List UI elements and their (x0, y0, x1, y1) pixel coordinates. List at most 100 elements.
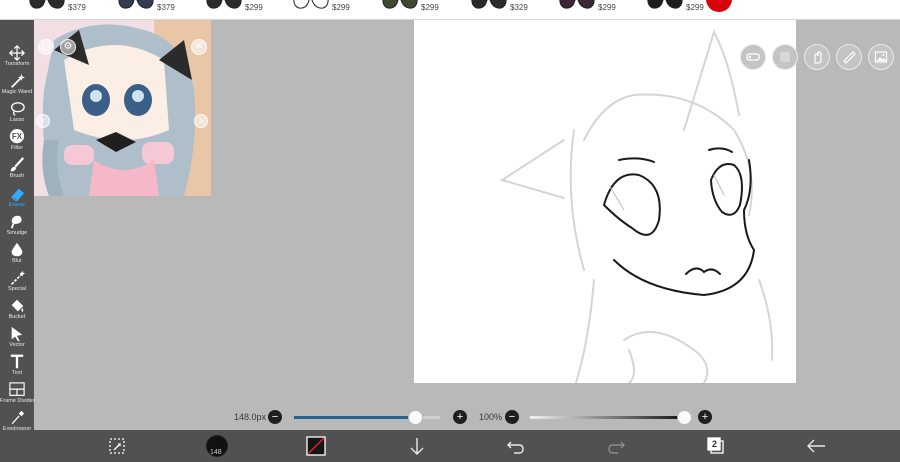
ruler-button[interactable] (836, 44, 862, 70)
save-download-button[interactable] (405, 435, 429, 457)
opacity-slider-thumb[interactable] (677, 410, 692, 425)
slider-row: 148.0px − + 100% − + (0, 406, 900, 428)
glasses-icon (559, 0, 595, 9)
tool-special[interactable]: Special (0, 267, 34, 295)
tool-label: Text (11, 370, 23, 377)
ruler-icon (843, 51, 856, 64)
ref-settings-button[interactable]: ⚙ (60, 39, 76, 55)
lasso-icon (11, 102, 25, 117)
magic-wand-icon (11, 73, 25, 88)
tool-label: Smudge (6, 229, 28, 236)
tool-label: Blur (12, 257, 22, 264)
opacity-slider[interactable] (530, 416, 686, 419)
ref-close-button[interactable]: ✕ (191, 39, 207, 55)
hand-icon (814, 51, 822, 64)
opacity-increase-button[interactable]: + (698, 410, 712, 424)
tool-vector[interactable]: Vector (0, 323, 34, 351)
tool-label: Frame Divider (0, 398, 35, 405)
glasses-icon (293, 0, 329, 9)
ad-price: $379 (157, 3, 175, 12)
tool-bucket[interactable]: Bucket (0, 295, 34, 323)
back-button[interactable] (804, 435, 828, 457)
tool-label: Brush (9, 173, 25, 180)
redo-button[interactable] (604, 435, 628, 457)
arrow-down-icon (410, 438, 424, 455)
tool-label: Bucket (8, 313, 26, 320)
size-increase-button[interactable]: + (453, 410, 467, 424)
brush-icon (10, 157, 25, 172)
cursor-icon (11, 326, 23, 342)
brush-size-value: 148 (210, 449, 222, 456)
tool-eraser[interactable]: Eraser (0, 183, 34, 211)
color-swatch-icon (306, 436, 326, 456)
sketch-artwork (499, 29, 774, 383)
opacity-decrease-button[interactable]: − (505, 410, 519, 424)
tool-label: Transform (4, 61, 30, 67)
ad-price: $299 (245, 3, 263, 12)
ad-price: $299 (686, 3, 704, 12)
hand-tool-button[interactable] (804, 44, 830, 70)
tool-lasso[interactable]: Lasso (0, 98, 34, 126)
tool-smudge[interactable]: Smudge (0, 211, 34, 239)
arrow-left-icon (807, 439, 825, 453)
tool-brush[interactable]: Brush (0, 154, 34, 182)
ad-price: $299 (332, 3, 350, 12)
glasses-icon (382, 0, 418, 9)
opacity-label: 100% (479, 412, 503, 422)
size-slider-fill (294, 416, 416, 419)
glasses-icon (29, 0, 65, 9)
ref-next-button[interactable]: › (194, 114, 208, 128)
move-arrows-icon (9, 45, 25, 61)
glasses-icon (471, 0, 507, 9)
layers-count: 2 (712, 439, 718, 449)
glasses-icon (647, 0, 683, 9)
bucket-icon (11, 299, 24, 313)
adjust-button[interactable] (740, 44, 766, 70)
tool-label: Lasso (9, 117, 25, 124)
svg-text:FX: FX (12, 133, 23, 142)
tool-magic-wand[interactable]: Magic Wand (0, 70, 34, 98)
reference-image-button[interactable] (868, 44, 894, 70)
droplet-icon (11, 242, 23, 256)
tool-sidebar: Transform Magic Wand Lasso FX Filter Brush Era… (0, 20, 35, 462)
square-icon (780, 52, 790, 62)
image-icon (874, 51, 888, 63)
tool-blur[interactable]: Blur (0, 239, 34, 267)
ad-banner[interactable]: $379 $379 $299 $299 $299 $329 $299 $299 (0, 0, 900, 20)
undo-icon (507, 441, 524, 454)
tool-label: Eraser (8, 201, 26, 208)
bottom-toolbar: 148 2 (0, 430, 900, 462)
smudge-icon (10, 215, 22, 229)
tool-label: Magic Wand (1, 89, 33, 96)
tool-transform[interactable]: Transform (0, 42, 34, 70)
ref-prev-button[interactable]: ‹ (36, 114, 50, 128)
tool-frame-divider[interactable]: Frame Divider (0, 379, 35, 407)
undo-button[interactable] (504, 435, 528, 457)
tool-label: Vector (9, 342, 25, 348)
blank-tool-button[interactable] (772, 44, 798, 70)
tool-label: Filter (10, 145, 24, 152)
ad-price: $379 (68, 3, 86, 12)
ad-price: $299 (598, 3, 616, 12)
size-decrease-button[interactable]: − (268, 410, 282, 424)
glasses-icon (206, 0, 242, 9)
ad-price: $329 (510, 3, 528, 12)
drawing-canvas[interactable] (414, 20, 796, 383)
color-picker-button[interactable] (305, 435, 329, 457)
layers-button[interactable]: 2 (704, 435, 728, 457)
redo-icon (608, 441, 625, 454)
tool-filter[interactable]: FX Filter (0, 126, 34, 154)
adjust-icon (746, 53, 760, 61)
eraser-icon (11, 188, 25, 201)
fx-icon: FX (9, 129, 25, 144)
size-slider-thumb[interactable] (408, 410, 424, 425)
brush-size-label: 148.0px (234, 412, 267, 422)
ad-badge[interactable] (706, 0, 732, 12)
tool-text[interactable]: Text (0, 351, 34, 379)
text-icon (10, 354, 24, 369)
selection-tools-button[interactable] (105, 435, 129, 457)
reference-window[interactable]: ▢ ⚙ ✕ ‹ › (34, 20, 211, 196)
brush-size-preview[interactable]: 148 (205, 435, 229, 457)
ref-photo-button[interactable]: ▢ (38, 39, 54, 55)
settings-icon: ⚙ (63, 41, 73, 52)
